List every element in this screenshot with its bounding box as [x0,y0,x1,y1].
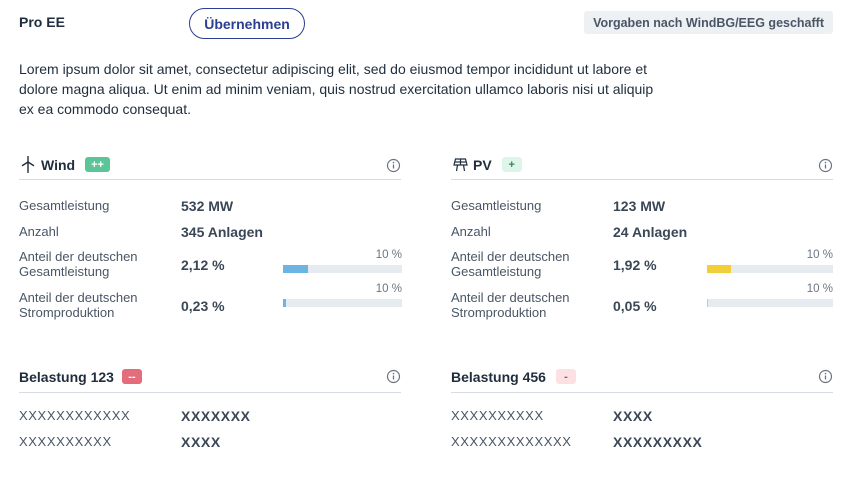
status-tag: Vorgaben nach WindBG/EEG geschafft [584,11,833,34]
wind-title: Wind [41,156,76,173]
row-value: 0,05 % [613,297,657,314]
info-icon[interactable] [386,158,401,173]
bar-max-label: 10 % [375,249,402,261]
row-label: XXXXXXXXXX [19,433,112,449]
row-label: Gesamtleistung [19,197,110,213]
bar-max-label: 10 % [375,283,402,295]
bar-fill [283,265,309,273]
row-value: XXXX [613,408,653,424]
load-card-456: Belastung 456 - XXXXXXXXXX XXXX XXXXXXXX… [451,361,833,450]
pv-card-header: PV + [451,150,833,180]
pv-card: PV + Gesamtleistung 123 MW Anzahl 24 Anl… [451,150,833,320]
load-rating-badge: -- [121,369,142,384]
pv-row-share-production: Anteil der deutschen Stromproduktion 0,05… [451,283,833,320]
load-card-header: Belastung 456 - [451,361,833,393]
bar-fill [707,265,732,273]
bar-track [283,265,402,273]
share-bar: 10 % [283,249,402,273]
row-value: XXXXXXX [181,408,251,424]
pv-row-count: Anzahl 24 Anlagen [451,223,833,240]
share-bar: 10 % [283,283,402,307]
row-label: Anteil der deutschen Stromproduktion [451,290,570,320]
load-title: Belastung 456 [451,368,546,385]
info-icon[interactable] [818,158,833,173]
pv-row-share-capacity: Anteil der deutschen Gesamtleistung 1,92 … [451,249,833,279]
row-value: 532 MW [181,198,234,214]
row-label: Anteil der deutschen Gesamtleistung [451,249,570,279]
row-value: 123 MW [613,198,666,214]
wind-row-share-production: Anteil der deutschen Stromproduktion 0,23… [19,283,402,320]
row-label: Anteil der deutschen Stromproduktion [19,290,138,320]
row-label: XXXXXXXXXX [451,407,544,423]
intro-text: Lorem ipsum dolor sit amet, consectetur … [19,61,654,117]
row-label: XXXXXXXXXXXX [19,407,131,423]
row-value: XXXXXXXXX [613,434,703,450]
load-card-123: Belastung 123 -- XXXXXXXXXXXX XXXXXXX XX… [19,361,401,450]
pv-row-total: Gesamtleistung 123 MW [451,197,833,214]
row-label: Anzahl [19,223,59,239]
share-bar: 10 % [707,283,833,307]
row-value: XXXX [181,434,221,450]
row-label: Anzahl [451,223,491,239]
bar-track [707,299,833,307]
row-value: 2,12 % [181,256,225,273]
wind-row-share-capacity: Anteil der deutschen Gesamtleistung 2,12 … [19,249,402,279]
wind-turbine-icon [19,156,37,174]
info-icon[interactable] [818,369,833,384]
row-label: XXXXXXXXXXXXX [451,433,572,449]
wind-row-total: Gesamtleistung 532 MW [19,197,401,214]
adopt-button[interactable]: Übernehmen [189,8,305,39]
bar-track [707,265,833,273]
bar-track [283,299,402,307]
pv-title: PV [473,156,492,173]
bar-max-label: 10 % [806,249,833,261]
load-row: XXXXXXXXXXXXX XXXXXXXXX [451,433,833,450]
load-rating-badge: - [555,369,576,384]
load-card-header: Belastung 123 -- [19,361,401,393]
page-title: Pro EE [19,14,65,30]
wind-row-count: Anzahl 345 Anlagen [19,223,401,240]
pv-rating-badge: + [501,157,522,172]
load-row: XXXXXXXXXX XXXX [19,433,401,450]
bar-fill [707,299,709,307]
bar-fill [283,299,286,307]
row-value: 0,23 % [181,297,225,314]
solar-panel-icon [451,156,469,174]
info-icon[interactable] [386,369,401,384]
wind-card-header: Wind ++ [19,150,401,180]
load-row: XXXXXXXXXXXX XXXXXXX [19,407,401,424]
row-value: 24 Anlagen [613,224,688,240]
row-value: 1,92 % [613,256,657,273]
share-bar: 10 % [707,249,833,273]
wind-rating-badge: ++ [85,157,110,172]
load-title: Belastung 123 [19,368,114,385]
row-value: 345 Anlagen [181,224,263,240]
row-label: Gesamtleistung [451,197,542,213]
bar-max-label: 10 % [806,283,833,295]
row-label: Anteil der deutschen Gesamtleistung [19,249,138,279]
wind-card: Wind ++ Gesamtleistung 532 MW Anzahl 345… [19,150,402,320]
load-row: XXXXXXXXXX XXXX [451,407,833,424]
